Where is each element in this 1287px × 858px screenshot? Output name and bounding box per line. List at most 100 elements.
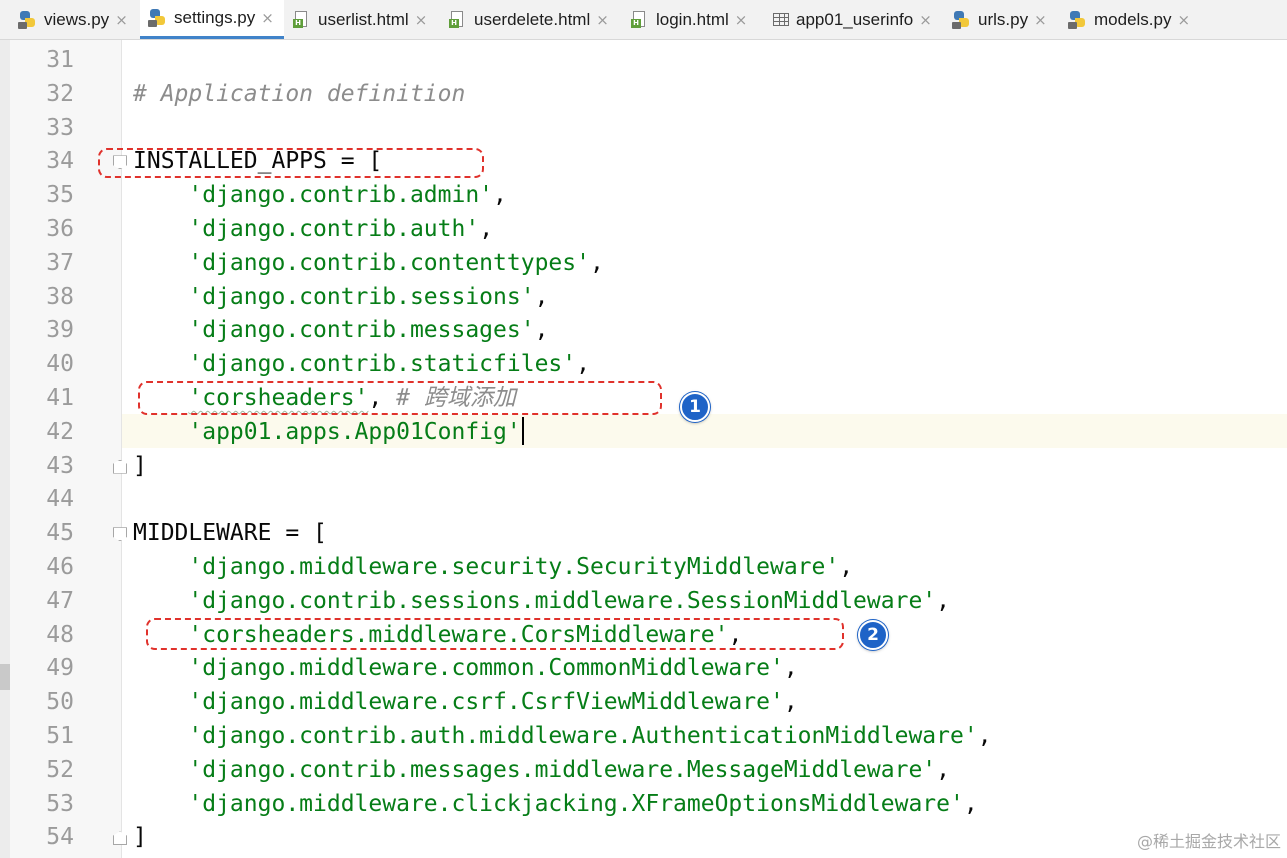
code-line[interactable]: 'django.middleware.security.SecurityMidd… bbox=[133, 550, 853, 584]
python-file-icon bbox=[148, 8, 168, 28]
code-token: , bbox=[963, 790, 978, 817]
tab-label: urls.py bbox=[978, 9, 1029, 29]
close-icon[interactable]: × bbox=[261, 9, 274, 27]
string-literal: 'django.middleware.common.CommonMiddlewa… bbox=[188, 655, 784, 682]
tab-urls-py[interactable]: urls.py × bbox=[944, 0, 1058, 39]
html-file-icon: H bbox=[630, 10, 650, 30]
line-number: 41 bbox=[46, 385, 74, 411]
close-icon[interactable]: × bbox=[115, 11, 128, 29]
annotation-badge-1: 1 bbox=[680, 392, 710, 422]
code-line[interactable]: 'django.middleware.csrf.CsrfViewMiddlewa… bbox=[133, 685, 797, 719]
code-line[interactable]: 'django.contrib.auth.middleware.Authenti… bbox=[133, 719, 992, 753]
tab-views-py[interactable]: views.py × bbox=[10, 0, 138, 39]
code-token: , bbox=[839, 554, 854, 580]
string-literal: 'django.contrib.auth' bbox=[188, 216, 480, 242]
code-line[interactable]: ] bbox=[133, 449, 147, 483]
code-token: , bbox=[936, 587, 950, 614]
tab-label: views.py bbox=[44, 9, 110, 29]
code-line[interactable]: 'django.contrib.messages', bbox=[133, 313, 548, 347]
tab-app01-userinfo[interactable]: app01_userinfo × bbox=[764, 0, 942, 39]
code-line[interactable]: 'django.middleware.common.CommonMiddlewa… bbox=[133, 651, 798, 685]
python-file-icon bbox=[1068, 10, 1088, 30]
left-scroll-strip bbox=[0, 40, 10, 858]
line-number: 35 bbox=[46, 182, 74, 209]
tab-label: app01_userinfo bbox=[796, 9, 914, 29]
string-literal: 'django.middleware.clickjacking.XFrameOp… bbox=[188, 790, 964, 817]
close-icon[interactable]: × bbox=[919, 11, 932, 29]
line-number: 52 bbox=[46, 756, 74, 783]
code-token: , bbox=[783, 655, 798, 682]
code-line[interactable]: # Application definition bbox=[133, 77, 465, 111]
editor-tab-bar: views.py × settings.py × Huserlist.html × Huse… bbox=[0, 0, 1287, 40]
line-number: 36 bbox=[46, 216, 74, 242]
code-line[interactable]: 'django.contrib.admin', bbox=[133, 178, 507, 212]
string-literal: 'django.contrib.messages' bbox=[188, 317, 535, 344]
code-token: , bbox=[936, 756, 950, 783]
code-token: , bbox=[534, 283, 549, 310]
text-caret bbox=[521, 416, 524, 445]
code-line[interactable]: 'django.contrib.auth', bbox=[133, 212, 493, 246]
line-number: 54 bbox=[46, 824, 74, 851]
scrollbar-thumb[interactable] bbox=[0, 664, 10, 690]
line-number: 50 bbox=[46, 689, 74, 716]
line-number: 40 bbox=[46, 351, 74, 378]
tab-userlist-html[interactable]: Huserlist.html × bbox=[284, 0, 438, 39]
close-icon[interactable]: × bbox=[1177, 11, 1190, 29]
close-icon[interactable]: × bbox=[1034, 11, 1047, 29]
code-line[interactable]: ] bbox=[133, 820, 147, 854]
tab-login-html[interactable]: Hlogin.html × bbox=[622, 0, 762, 39]
code-line[interactable]: 'django.contrib.sessions.middleware.Sess… bbox=[133, 584, 950, 618]
line-number: 47 bbox=[46, 587, 74, 614]
html-file-icon: H bbox=[292, 10, 312, 30]
string-literal: 'django.contrib.messages.middleware.Mess… bbox=[188, 756, 937, 783]
cors-middleware-highlight-box bbox=[146, 618, 844, 650]
line-number: 38 bbox=[46, 283, 74, 310]
tab-userdelete-html[interactable]: Huserdelete.html × bbox=[440, 0, 620, 39]
watermark: @稀土掘金技术社区 bbox=[1136, 832, 1281, 851]
line-number: 43 bbox=[46, 452, 74, 479]
line-number: 49 bbox=[46, 655, 74, 682]
code-token: MIDDLEWARE = [ bbox=[133, 520, 327, 547]
code-line[interactable]: 'app01.apps.App01Config' bbox=[133, 415, 524, 449]
code-token: , bbox=[977, 723, 992, 749]
code-token: , bbox=[479, 216, 494, 242]
code-line[interactable]: 'django.contrib.sessions', bbox=[133, 280, 548, 314]
tab-label: models.py bbox=[1094, 9, 1172, 29]
tab-label: userdelete.html bbox=[474, 9, 591, 29]
line-number: 31 bbox=[46, 47, 74, 73]
code-line[interactable]: 'django.middleware.clickjacking.XFrameOp… bbox=[133, 787, 978, 821]
code-token: , bbox=[589, 249, 604, 276]
code-line[interactable]: 'django.contrib.contenttypes', bbox=[133, 246, 604, 280]
close-icon[interactable]: × bbox=[596, 11, 609, 29]
line-number: 33 bbox=[46, 114, 74, 141]
tab-settings-py[interactable]: settings.py × bbox=[140, 0, 284, 39]
close-icon[interactable]: × bbox=[415, 11, 428, 29]
string-literal: 'app01.apps.App01Config' bbox=[188, 418, 521, 445]
code-editor[interactable]: 31 32 33 34 35 36 37 38 39 40 41 42 43 44 45 46 47 48 49 50… bbox=[0, 40, 1287, 858]
code-line[interactable]: MIDDLEWARE = [ bbox=[133, 516, 327, 550]
code-line[interactable]: 'django.contrib.staticfiles', bbox=[133, 347, 590, 381]
corsheaders-app-highlight-box bbox=[138, 381, 662, 415]
tab-models-py[interactable]: models.py × bbox=[1060, 0, 1190, 39]
line-number: 44 bbox=[46, 486, 74, 513]
line-number: 39 bbox=[46, 317, 74, 344]
code-line[interactable]: 'django.contrib.messages.middleware.Mess… bbox=[133, 753, 950, 787]
code-token: , bbox=[534, 317, 549, 344]
string-literal: 'django.middleware.security.SecurityMidd… bbox=[188, 554, 840, 580]
string-literal: 'django.contrib.staticfiles' bbox=[188, 351, 577, 378]
python-file-icon bbox=[952, 10, 972, 30]
close-icon[interactable]: × bbox=[735, 11, 748, 29]
tab-label: login.html bbox=[656, 9, 729, 29]
